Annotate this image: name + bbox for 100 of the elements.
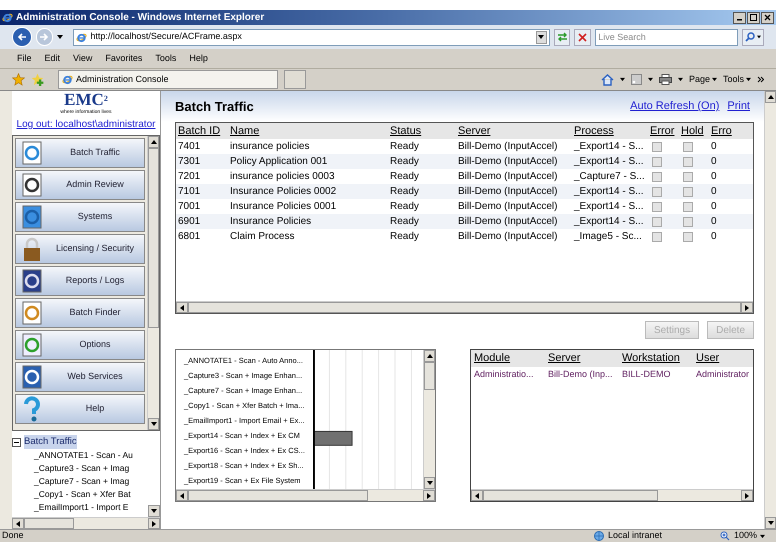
vertical-scrollbar[interactable]: [147, 136, 159, 430]
column-header[interactable]: User: [693, 350, 753, 367]
nav-button[interactable]: Web Services: [15, 362, 145, 392]
stop-button[interactable]: [574, 28, 592, 46]
chevron-icon[interactable]: [757, 76, 764, 83]
star-icon[interactable]: [12, 73, 25, 86]
menu-item[interactable]: Favorites: [105, 52, 142, 66]
horizontal-scrollbar[interactable]: [176, 489, 435, 501]
browser-tab[interactable]: Administration Console: [58, 70, 278, 89]
printer-icon[interactable]: [658, 74, 672, 85]
tree-item[interactable]: _Capture3 - Scan + Imag: [34, 463, 130, 474]
checkbox[interactable]: [683, 232, 693, 242]
dropdown-button[interactable]: [536, 30, 547, 44]
menu-item[interactable]: View: [73, 52, 92, 66]
zoom-level[interactable]: 100%: [734, 529, 774, 542]
column-header[interactable]: Process: [572, 123, 648, 140]
scroll-down-button[interactable]: [148, 505, 160, 517]
search-button[interactable]: [742, 28, 764, 46]
maximize-button[interactable]: [747, 12, 760, 24]
scrollbar-thumb[interactable]: [188, 490, 368, 501]
table-cell-text: 7401: [177, 140, 202, 154]
vertical-scrollbar[interactable]: [764, 91, 776, 529]
table-cell-text: 0: [710, 140, 718, 154]
column-header[interactable]: Error: [648, 123, 679, 140]
vertical-scrollbar[interactable]: [423, 350, 435, 489]
refresh-button[interactable]: [554, 28, 570, 46]
column-header[interactable]: Module: [471, 350, 545, 367]
logout-link[interactable]: Log out: localhost\administrator: [16, 117, 156, 132]
scrollbar-thumb[interactable]: [148, 148, 159, 328]
checkbox[interactable]: [652, 172, 662, 182]
nav-button[interactable]: Batch Traffic: [15, 138, 145, 168]
add-favorite-icon[interactable]: [31, 73, 44, 86]
nav-button[interactable]: Batch Finder: [15, 298, 145, 328]
menu-item[interactable]: Tools: [155, 52, 176, 66]
checkbox[interactable]: [652, 216, 662, 226]
address-field[interactable]: http://localhost/Secure/ACFrame.aspx: [73, 28, 550, 46]
menu-item[interactable]: Edit: [44, 52, 60, 66]
checkbox[interactable]: [683, 172, 693, 182]
column-header[interactable]: Server: [456, 123, 572, 140]
scrollbar-thumb[interactable]: [424, 362, 435, 390]
menu-item[interactable]: File: [17, 52, 32, 66]
tree-item[interactable]: _EmailImport1 - Import E: [34, 502, 128, 512]
tree-item[interactable]: _Capture7 - Scan + Imag: [34, 476, 130, 486]
menu-item[interactable]: Help: [189, 52, 208, 66]
header-link[interactable]: Print: [727, 98, 750, 115]
checkbox[interactable]: [683, 216, 693, 226]
arrow-icon: [151, 520, 157, 526]
home-icon[interactable]: [600, 74, 614, 86]
table-cell-text: 0: [710, 155, 718, 169]
horizontal-scrollbar[interactable]: [12, 517, 160, 529]
table-cell-text: 0: [710, 215, 718, 229]
column-header[interactable]: Name: [228, 123, 388, 140]
arrow-icon: [426, 492, 432, 498]
nav-button[interactable]: Systems: [15, 202, 145, 232]
nav-button[interactable]: Reports / Logs: [15, 266, 145, 296]
close-button[interactable]: [761, 12, 774, 24]
table-cell-text: Ready: [389, 140, 420, 154]
feed-icon[interactable]: [630, 74, 642, 85]
search-field[interactable]: Live Search: [595, 28, 738, 46]
scrollbar-thumb[interactable]: [483, 490, 658, 501]
tree-item[interactable]: _ANNOTATE1 - Scan - Au: [34, 450, 133, 460]
nav-button[interactable]: Licensing / Security: [15, 234, 145, 264]
checkbox[interactable]: [683, 186, 693, 196]
column-header[interactable]: Hold: [679, 123, 709, 140]
table-cell-text: Ready: [389, 185, 420, 199]
checkbox[interactable]: [652, 156, 662, 166]
table-cell-text: insurance policies: [229, 140, 310, 154]
tree-item[interactable]: Batch Traffic: [24, 435, 77, 450]
column-header[interactable]: Server: [545, 350, 619, 367]
scrollbar-thumb[interactable]: [24, 518, 74, 529]
checkbox[interactable]: [683, 142, 693, 152]
new-tab-button[interactable]: [284, 70, 306, 89]
checkbox[interactable]: [683, 202, 693, 212]
checkbox[interactable]: [652, 202, 662, 212]
column-header[interactable]: Erro: [709, 123, 737, 140]
horizontal-scrollbar[interactable]: [471, 489, 753, 501]
table-cell-text: Policy Application 001: [229, 155, 328, 169]
checkbox[interactable]: [652, 232, 662, 242]
toolbar-menu[interactable]: Page: [688, 72, 717, 86]
collapse-toggle-icon[interactable]: [12, 438, 21, 447]
checkbox[interactable]: [652, 142, 662, 152]
minimize-button[interactable]: [733, 12, 746, 24]
column-header[interactable]: Batch ID: [176, 123, 228, 140]
maximize-icon: [750, 14, 757, 21]
checkbox[interactable]: [652, 186, 662, 196]
back-button[interactable]: [12, 27, 32, 47]
column-header[interactable]: Workstation: [619, 350, 693, 367]
header-link[interactable]: Auto Refresh (On): [630, 98, 720, 115]
nav-button[interactable]: Help: [15, 394, 145, 424]
status-text: Done: [2, 529, 25, 542]
tree-item[interactable]: _Copy1 - Scan + Xfer Bat: [34, 489, 131, 500]
page-icon: [76, 32, 88, 42]
nav-button[interactable]: Options: [15, 330, 145, 360]
column-header[interactable]: Status: [388, 123, 456, 140]
table-cell-text: Bill-Demo (InputAccel): [457, 230, 558, 244]
checkbox[interactable]: [683, 156, 693, 166]
forward-button[interactable]: [36, 28, 54, 46]
toolbar-menu[interactable]: Tools: [722, 72, 751, 86]
nav-button[interactable]: Admin Review: [15, 170, 145, 200]
table-cell-text: _Export14 - S...: [572, 155, 644, 169]
